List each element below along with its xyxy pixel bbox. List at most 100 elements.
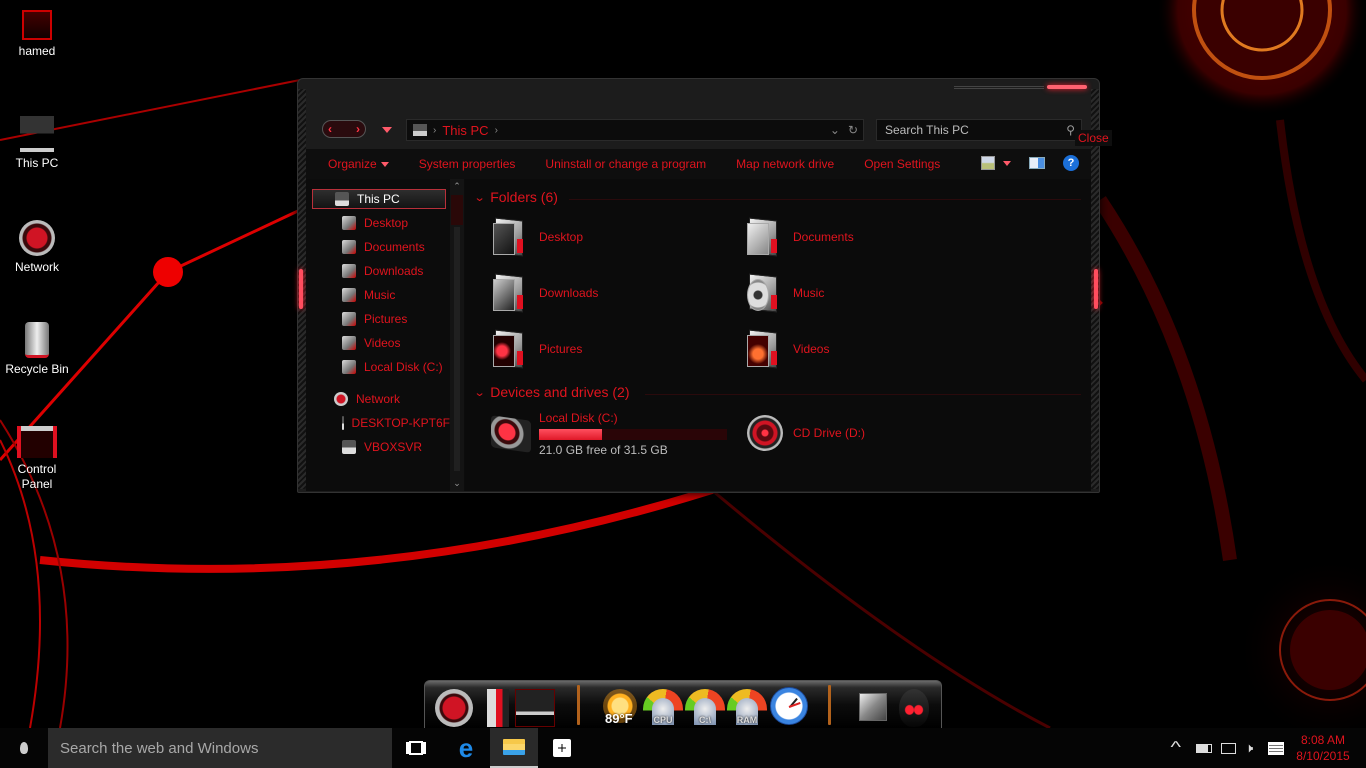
folder-pictures[interactable]: Pictures	[491, 329, 582, 369]
clock-widget[interactable]	[770, 687, 808, 725]
map-network-drive-button[interactable]: Map network drive	[736, 157, 834, 171]
breadcrumb-this-pc[interactable]: This PC	[442, 123, 488, 138]
close-button[interactable]	[1047, 85, 1087, 89]
desktop-icon-hamed[interactable]: hamed	[0, 10, 74, 58]
nav-item-local-disk[interactable]: Local Disk (C:)	[342, 357, 443, 377]
store-bag-icon	[553, 739, 571, 757]
control-panel-dock-icon[interactable]	[487, 689, 509, 727]
folder-documents[interactable]: Documents	[745, 217, 854, 257]
alien-head-icon[interactable]	[899, 689, 929, 727]
group-divider	[645, 394, 1081, 395]
task-view-button[interactable]	[392, 728, 440, 768]
nav-item-documents[interactable]: Documents	[342, 237, 425, 257]
nav-item-desktop-kpt6f[interactable]: DESKTOP-KPT6F	[342, 413, 450, 433]
battery-icon[interactable]	[1196, 728, 1212, 768]
desktop-icon-network[interactable]: Network	[0, 220, 74, 274]
search-box[interactable]: Search This PC ⚲	[876, 119, 1082, 141]
recent-locations-dropdown[interactable]	[382, 127, 392, 133]
volume-icon[interactable]: 🕨	[1245, 728, 1253, 768]
network-tray-icon[interactable]	[1221, 728, 1236, 768]
desktop-icon-recycle-bin[interactable]: Recycle Bin	[0, 322, 74, 376]
start-button[interactable]	[0, 728, 48, 768]
nav-item-vboxsvr[interactable]: VBOXSVR	[342, 437, 422, 457]
nav-item-desktop[interactable]: Desktop	[342, 213, 408, 233]
breadcrumb-separator[interactable]: ›	[495, 125, 498, 136]
store-button[interactable]	[538, 728, 586, 768]
system-clock[interactable]: 8:08 AM 8/10/2015	[1290, 732, 1356, 764]
nav-item-label: Music	[364, 288, 396, 302]
speaker-icon: 🕨	[1245, 740, 1254, 755]
folders-group-header[interactable]: ⌄ Folders (6)	[473, 189, 558, 205]
hard-drive-icon	[342, 360, 356, 374]
nav-item-this-pc[interactable]: This PC	[312, 189, 446, 209]
folder-music[interactable]: Music	[745, 273, 824, 313]
this-pc-dock-icon[interactable]	[515, 689, 555, 727]
taskbar-search-input[interactable]: Search the web and Windows	[60, 740, 258, 757]
computer-icon	[335, 192, 349, 206]
help-icon[interactable]: ?	[1063, 155, 1079, 171]
scroll-down-arrow[interactable]: ⌄	[450, 478, 464, 489]
address-bar[interactable]: › This PC › ⌄ ↻	[406, 119, 864, 141]
frame-glow-left	[299, 269, 303, 309]
system-properties-button[interactable]: System properties	[419, 157, 516, 171]
search-input[interactable]: Search This PC	[885, 123, 969, 137]
command-bar: Organize System properties Uninstall or …	[306, 149, 1091, 179]
organize-button[interactable]: Organize	[328, 157, 389, 171]
scrollbar-track[interactable]	[454, 227, 460, 471]
folder-desktop[interactable]: Desktop	[491, 217, 583, 257]
desktop-icon-label: Recycle Bin	[5, 362, 69, 376]
task-view-icon	[409, 741, 423, 755]
box-app-icon[interactable]	[859, 693, 887, 721]
ram-gauge[interactable]: RAM	[727, 689, 767, 725]
edge-browser-button[interactable]: e	[442, 728, 490, 768]
change-view-button[interactable]	[981, 156, 1011, 170]
back-button[interactable]: ‹	[328, 122, 332, 136]
open-settings-button[interactable]: Open Settings	[864, 157, 940, 171]
dock-bar: 89°F CPU C:\ RAM	[424, 680, 942, 728]
drive-cd-d[interactable]: CD Drive (D:)	[747, 415, 865, 451]
nav-item-downloads[interactable]: Downloads	[342, 261, 423, 281]
chevron-down-icon: ⌄	[473, 191, 486, 204]
scrollbar-thumb[interactable]	[451, 195, 463, 225]
folder-videos[interactable]: Videos	[745, 329, 829, 369]
refresh-icon[interactable]: ↻	[848, 123, 858, 137]
forward-button[interactable]: ›	[356, 122, 360, 136]
downloads-folder-icon	[342, 264, 356, 278]
breadcrumb-separator[interactable]: ›	[433, 125, 436, 136]
nav-pane-scrollbar[interactable]: ⌃ ⌄	[450, 179, 464, 491]
desktop-icon-this-pc[interactable]: This PC	[0, 116, 74, 170]
scroll-up-arrow[interactable]: ⌃	[450, 181, 464, 192]
nav-item-label: Documents	[364, 240, 425, 254]
videos-folder-icon	[342, 336, 356, 350]
desktop-icon-label: hamed	[18, 44, 56, 58]
nav-item-music[interactable]: Music	[342, 285, 395, 305]
action-center-button[interactable]	[1268, 728, 1284, 768]
devices-group-header[interactable]: ⌄ Devices and drives (2)	[474, 384, 630, 400]
nav-item-videos[interactable]: Videos	[342, 333, 400, 353]
monitor-icon	[1221, 742, 1236, 754]
disk-gauge[interactable]: C:\	[685, 689, 725, 725]
desktop-icon-control-panel[interactable]: Control Panel	[0, 426, 74, 492]
cpu-gauge[interactable]: CPU	[643, 689, 683, 725]
back-forward-buttons[interactable]: ‹ ›	[322, 120, 366, 138]
file-explorer-taskbar-button[interactable]	[490, 728, 538, 768]
nav-item-label: Videos	[364, 336, 401, 350]
gauge-label: C:\	[699, 715, 711, 725]
address-dropdown-icon[interactable]: ⌄	[830, 123, 840, 137]
gauge-label: RAM	[736, 715, 758, 725]
search-icon[interactable]: ⚲	[1066, 123, 1075, 137]
content-pane: ⌄ Folders (6) Desktop Documents Download…	[465, 179, 1091, 491]
nav-item-pictures[interactable]: Pictures	[342, 309, 407, 329]
uninstall-program-button[interactable]: Uninstall or change a program	[545, 157, 706, 171]
nav-item-network[interactable]: Network	[334, 389, 400, 409]
taskbar-search-box[interactable]: Search the web and Windows	[48, 728, 392, 768]
nav-item-label: Local Disk (C:)	[364, 360, 443, 374]
preview-pane-icon[interactable]	[1029, 157, 1045, 169]
show-hidden-icons-button[interactable]: ^	[1170, 728, 1181, 768]
folder-downloads[interactable]: Downloads	[491, 273, 598, 313]
nav-item-label: Network	[356, 392, 401, 406]
pictures-folder-icon	[342, 312, 356, 326]
network-dock-icon[interactable]	[435, 689, 473, 727]
drive-local-disk-c[interactable]: Local Disk (C:) 21.0 GB free of 31.5 GB	[491, 411, 727, 457]
view-icon	[981, 156, 995, 170]
